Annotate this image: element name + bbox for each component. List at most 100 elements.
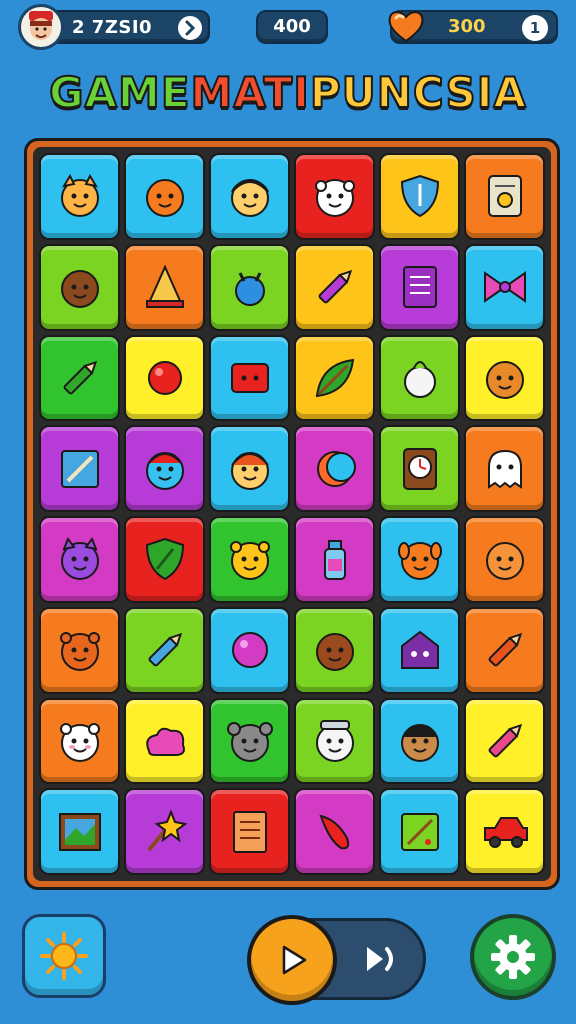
tile-r3-c3[interactable] — [209, 334, 290, 422]
top-bar: 2 7ZSI0 400 300 1 — [0, 0, 576, 56]
sun-button[interactable] — [22, 914, 106, 998]
tile-r2-c1[interactable] — [39, 243, 120, 331]
leaf-icon — [307, 350, 363, 406]
play-button[interactable] — [247, 915, 337, 1005]
settings-button[interactable] — [470, 914, 556, 1000]
heart-icon — [388, 11, 424, 43]
tile-r7-c1[interactable] — [39, 697, 120, 785]
notepad-icon — [477, 168, 533, 224]
tile-r1-c6[interactable] — [464, 153, 545, 240]
score-value: 2 7ZSI0 — [72, 17, 153, 38]
tile-r6-c3[interactable] — [209, 606, 290, 694]
house-icon — [392, 622, 448, 678]
ghost-icon — [477, 441, 533, 497]
tile-r8-c3[interactable] — [209, 788, 290, 875]
gear-icon — [491, 935, 535, 979]
tile-r3-c6[interactable] — [464, 334, 545, 422]
pink-cloud-icon — [137, 713, 193, 769]
blue-monster-icon — [137, 441, 193, 497]
tile-r5-c5[interactable] — [379, 516, 460, 603]
tile-r4-c2[interactable] — [124, 425, 205, 512]
tile-r7-c4[interactable] — [294, 697, 375, 785]
red-hair-face-icon — [222, 441, 278, 497]
tile-r6-c1[interactable] — [39, 606, 120, 694]
tile-r1-c3[interactable] — [209, 153, 290, 240]
tile-r3-c2[interactable] — [124, 334, 205, 422]
tile-r4-c5[interactable] — [379, 425, 460, 512]
tile-r3-c4[interactable] — [294, 334, 375, 422]
coins-value: 300 — [448, 16, 486, 37]
tile-r1-c5[interactable] — [379, 153, 460, 240]
title-part-1: GAME — [48, 67, 191, 118]
blue-crayon-icon — [137, 622, 193, 678]
red-car-icon — [477, 804, 533, 860]
tile-r4-c1[interactable] — [39, 425, 120, 512]
tile-r5-c1[interactable] — [39, 516, 120, 603]
level-value: 400 — [273, 16, 311, 37]
tile-r2-c5[interactable] — [379, 243, 460, 331]
tile-r7-c3[interactable] — [209, 697, 290, 785]
tile-r8-c1[interactable] — [39, 788, 120, 875]
shield-icon — [392, 168, 448, 224]
onion-icon — [392, 350, 448, 406]
tile-r8-c4[interactable] — [294, 788, 375, 875]
frame-icon — [52, 441, 108, 497]
tile-r3-c5[interactable] — [379, 334, 460, 422]
tile-r6-c6[interactable] — [464, 606, 545, 694]
tile-r7-c5[interactable] — [379, 697, 460, 785]
mouse-icon — [222, 713, 278, 769]
pink-crayon-icon — [477, 713, 533, 769]
tile-r1-c4[interactable] — [294, 153, 375, 240]
purple-cat-icon — [52, 531, 108, 587]
tile-r7-c2[interactable] — [124, 697, 205, 785]
tile-r2-c6[interactable] — [464, 243, 545, 331]
tile-r8-c2[interactable] — [124, 788, 205, 875]
game-board — [24, 138, 560, 890]
lives-badge[interactable]: 1 — [522, 15, 548, 41]
tile-r6-c4[interactable] — [294, 606, 375, 694]
red-box-icon — [222, 350, 278, 406]
title-part-2: MATI — [190, 67, 310, 118]
tile-r2-c2[interactable] — [124, 243, 205, 331]
curly-hair-face-icon — [392, 713, 448, 769]
tile-r3-c1[interactable] — [39, 334, 120, 422]
white-monster-icon — [307, 168, 363, 224]
tile-r8-c5[interactable] — [379, 788, 460, 875]
tile-r7-c6[interactable] — [464, 697, 545, 785]
dog-icon — [392, 531, 448, 587]
tile-r5-c2[interactable] — [124, 516, 205, 603]
tile-r6-c5[interactable] — [379, 606, 460, 694]
title-part-3: PUNCSIA — [309, 67, 527, 118]
tile-r4-c6[interactable] — [464, 425, 545, 512]
player-avatar[interactable] — [18, 4, 64, 50]
jar-ghost-icon — [307, 713, 363, 769]
star-wand-icon — [137, 804, 193, 860]
chevron-right-icon[interactable] — [178, 16, 202, 40]
tile-r2-c3[interactable] — [209, 243, 290, 331]
orange-face-icon — [137, 168, 193, 224]
boy-face-icon — [222, 168, 278, 224]
map-icon — [392, 804, 448, 860]
book-icon — [392, 259, 448, 315]
blue-bird-icon — [222, 259, 278, 315]
tile-r6-c2[interactable] — [124, 606, 205, 694]
green-pencil-icon — [52, 350, 108, 406]
tile-r5-c3[interactable] — [209, 516, 290, 603]
skip-button[interactable] — [359, 937, 403, 981]
tile-r1-c1[interactable] — [39, 153, 120, 240]
red-ball-icon — [137, 350, 193, 406]
orange-bear-icon — [52, 622, 108, 678]
level-panel: 400 — [256, 10, 328, 44]
tile-r8-c6[interactable] — [464, 788, 545, 875]
tile-r1-c2[interactable] — [124, 153, 205, 240]
tile-r4-c4[interactable] — [294, 425, 375, 512]
tile-r5-c4[interactable] — [294, 516, 375, 603]
bow-icon — [477, 259, 533, 315]
pencil-icon — [307, 259, 363, 315]
panda-icon — [52, 713, 108, 769]
tile-r2-c4[interactable] — [294, 243, 375, 331]
red-pepper-icon — [307, 804, 363, 860]
sun-icon — [40, 932, 88, 980]
tile-r4-c3[interactable] — [209, 425, 290, 512]
tile-r5-c6[interactable] — [464, 516, 545, 603]
